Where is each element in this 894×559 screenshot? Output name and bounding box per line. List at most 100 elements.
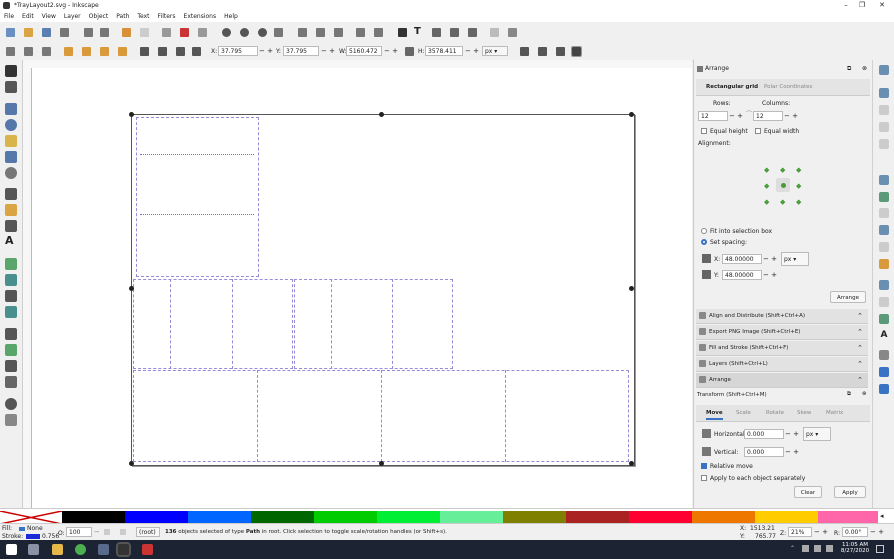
menu-view[interactable]: View xyxy=(38,11,60,20)
panel-export-png[interactable]: Export PNG Image (Shift+Ctrl+E) ⌃ xyxy=(696,325,868,340)
y-input[interactable]: 37.795 xyxy=(283,46,319,56)
equal-height-checkbox[interactable] xyxy=(701,128,707,134)
snap-rotation-center-icon[interactable] xyxy=(879,297,889,307)
tab-skew[interactable]: Skew xyxy=(797,410,811,416)
save-icon[interactable] xyxy=(42,28,51,37)
menu-extensions[interactable]: Extensions xyxy=(180,11,221,20)
align-middle-left-icon[interactable]: ◆ xyxy=(764,182,769,190)
horizontal-input[interactable]: 0.000 xyxy=(744,429,784,439)
set-spacing-radio[interactable] xyxy=(701,239,707,245)
w-stepper[interactable]: − + xyxy=(384,46,398,56)
align-top-center-icon[interactable]: ◆ xyxy=(780,166,785,174)
move-patterns-icon[interactable] xyxy=(571,46,582,57)
equal-width-checkbox[interactable] xyxy=(755,128,761,134)
stroke-swatch[interactable] xyxy=(26,534,40,539)
clear-button[interactable]: Clear xyxy=(794,486,822,498)
zoom-page-icon[interactable] xyxy=(258,28,267,37)
battery-icon[interactable] xyxy=(814,545,821,552)
paste-icon[interactable] xyxy=(198,28,207,37)
text-tool-icon[interactable]: A xyxy=(5,235,17,247)
tray-outline-middle-right[interactable] xyxy=(294,279,453,369)
layer-lock-icon[interactable] xyxy=(120,529,126,535)
snap-bbox-icon[interactable] xyxy=(879,88,889,98)
gradient-tool-icon[interactable] xyxy=(5,274,17,286)
menu-path[interactable]: Path xyxy=(112,11,133,20)
menu-file[interactable]: File xyxy=(0,11,18,20)
snap-bbox-midpoints-icon[interactable] xyxy=(879,139,889,149)
x-input[interactable]: 37.795 xyxy=(218,46,258,56)
ungroup-icon[interactable] xyxy=(374,28,383,37)
deselect-icon[interactable] xyxy=(42,47,51,56)
scale-handle[interactable] xyxy=(129,461,134,466)
pencil-tool-icon[interactable] xyxy=(5,204,17,216)
panel-arrange[interactable]: Arrange ⌃ xyxy=(696,373,868,388)
rotate-cw-icon[interactable] xyxy=(82,47,91,56)
windows-start-icon[interactable] xyxy=(6,544,17,555)
lower-to-bottom-icon[interactable] xyxy=(140,47,149,56)
notifications-icon[interactable] xyxy=(876,545,884,553)
cut-icon[interactable] xyxy=(180,28,189,37)
y-stepper[interactable]: − + xyxy=(321,46,335,56)
canvas[interactable] xyxy=(32,68,692,508)
align-top-left-icon[interactable]: ◆ xyxy=(764,166,769,174)
zoom-tool-icon[interactable] xyxy=(5,398,17,410)
tab-matrix[interactable]: Matrix xyxy=(826,410,843,416)
arrange-button[interactable]: Arrange xyxy=(830,291,866,303)
scale-handle[interactable] xyxy=(129,286,134,291)
relative-move-checkbox[interactable] xyxy=(701,463,707,469)
x-stepper[interactable]: − + xyxy=(259,46,273,56)
layers-icon[interactable] xyxy=(432,28,441,37)
vertical-input[interactable]: 0.000 xyxy=(744,447,784,457)
redo-icon[interactable] xyxy=(140,28,149,37)
chevron-up-icon[interactable]: ⌃ xyxy=(857,309,863,323)
panel-float-icon[interactable]: ⧉ xyxy=(847,391,851,398)
scale-stroke-icon[interactable] xyxy=(520,47,529,56)
unit-select[interactable]: px ▾ xyxy=(482,46,508,56)
scale-handle[interactable] xyxy=(629,112,634,117)
move-gradients-icon[interactable] xyxy=(556,47,565,56)
rows-input[interactable]: 12 xyxy=(698,111,728,121)
menu-edit[interactable]: Edit xyxy=(18,11,38,20)
snap-intersections-icon[interactable] xyxy=(879,208,889,218)
zoom-input[interactable]: 21% xyxy=(788,527,812,537)
zoom-selection-icon[interactable] xyxy=(222,28,231,37)
opacity-input[interactable]: 100 xyxy=(66,527,92,537)
layer-select[interactable]: (root) ▾ xyxy=(136,527,160,546)
snap-cusp-icon[interactable] xyxy=(879,225,889,235)
panel-layers[interactable]: Layers (Shift+Ctrl+L) ⌃ xyxy=(696,357,868,372)
preferences-icon[interactable] xyxy=(490,28,499,37)
acrobat-icon[interactable] xyxy=(142,544,153,555)
undo-icon[interactable] xyxy=(122,28,131,37)
calligraphy-tool-icon[interactable] xyxy=(5,220,17,232)
chevron-up-icon[interactable]: ⌃ xyxy=(857,341,863,355)
scale-corners-icon[interactable] xyxy=(538,47,547,56)
scale-handle[interactable] xyxy=(379,461,384,466)
columns-stepper[interactable]: − + xyxy=(784,111,798,121)
snap-smooth-icon[interactable] xyxy=(879,242,889,252)
tweak-tool-icon[interactable] xyxy=(5,328,17,340)
tab-scale[interactable]: Scale xyxy=(736,410,751,416)
snap-text-icon[interactable]: A xyxy=(879,330,889,340)
scale-handle[interactable] xyxy=(629,461,634,466)
fill-value[interactable]: None xyxy=(27,525,43,532)
transform-unit-select[interactable]: px ▾ xyxy=(803,427,831,441)
tray-outline-large[interactable] xyxy=(136,117,259,277)
align-middle-right-icon[interactable]: ◆ xyxy=(796,182,801,190)
snap-centers-icon[interactable] xyxy=(879,280,889,290)
menu-text[interactable]: Text xyxy=(133,11,153,20)
clock[interactable]: 11:05 AM 8/27/2020 xyxy=(840,542,870,554)
tray-chevron-icon[interactable]: ⌃ xyxy=(790,545,795,552)
spacing-x-input[interactable]: 48.00000 xyxy=(722,254,762,264)
snap-toggle-icon[interactable] xyxy=(879,65,889,75)
connector-tool-icon[interactable] xyxy=(5,376,17,388)
flip-horizontal-icon[interactable] xyxy=(100,47,109,56)
height-input[interactable]: 3578.411 xyxy=(425,46,463,56)
scale-handle[interactable] xyxy=(629,286,634,291)
zoom-width-icon[interactable] xyxy=(274,28,283,37)
tab-polar-coordinates[interactable]: Polar Coordinates xyxy=(764,84,812,90)
pen-tool-icon[interactable] xyxy=(5,188,17,200)
import-icon[interactable] xyxy=(84,28,93,37)
snap-bbox-corners-icon[interactable] xyxy=(879,122,889,132)
h-stepper[interactable]: − + xyxy=(465,46,479,56)
tab-rotate[interactable]: Rotate xyxy=(766,410,784,416)
